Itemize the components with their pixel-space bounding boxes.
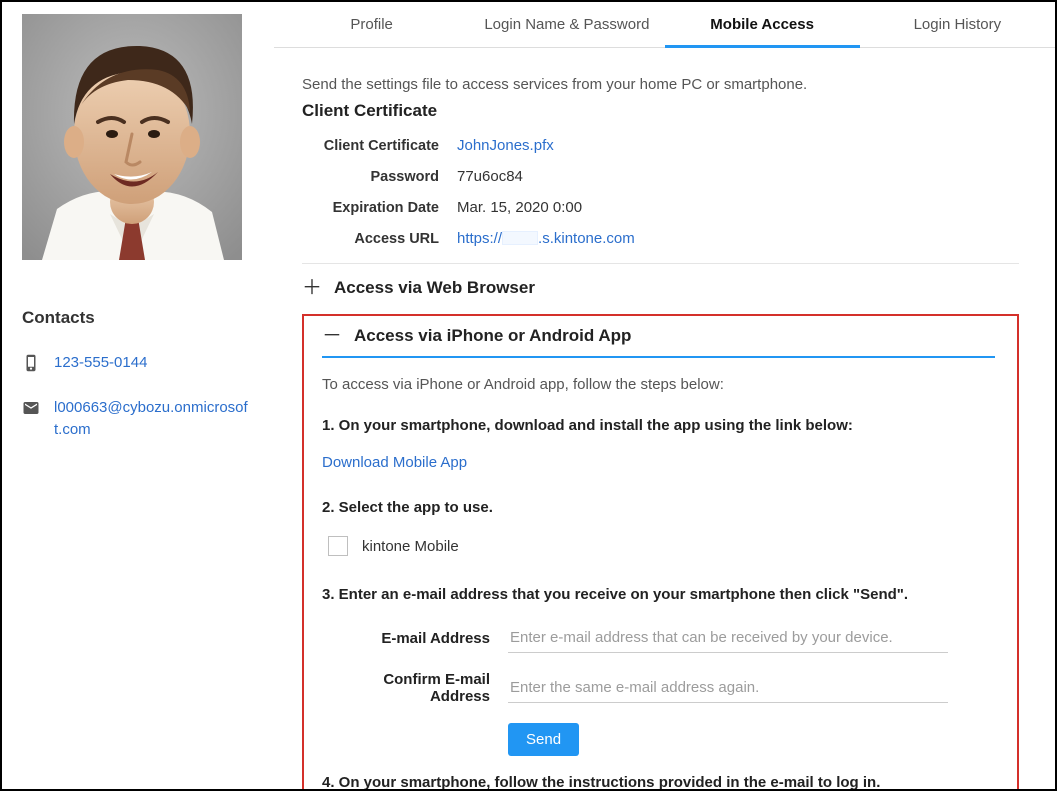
step-1: 1. On your smartphone, download and inst… (322, 417, 995, 434)
step-3: 3. Enter an e-mail address that you rece… (322, 586, 995, 603)
access-app-toggle[interactable]: － Access via iPhone or Android App (322, 326, 995, 358)
cert-password-value: 77u6oc84 (457, 168, 523, 185)
cert-expiration-label: Expiration Date (302, 200, 457, 216)
cert-file-row: Client Certificate JohnJones.pfx (302, 137, 1019, 154)
cert-url-label: Access URL (302, 231, 457, 247)
tab-profile[interactable]: Profile (274, 2, 469, 47)
url-suffix: .s.kintone.com (538, 230, 635, 247)
access-web-title: Access via Web Browser (334, 278, 535, 298)
contacts-heading: Contacts (22, 308, 254, 328)
email-label: E-mail Address (322, 630, 508, 647)
send-button[interactable]: Send (508, 723, 579, 756)
cert-password-row: Password 77u6oc84 (302, 168, 1019, 185)
plus-icon: ＋ (302, 278, 320, 298)
avatar (22, 14, 242, 260)
tab-login-name-password[interactable]: Login Name & Password (469, 2, 664, 47)
kintone-mobile-checkbox[interactable] (328, 536, 348, 556)
contact-email-row: l000663@cybozu.onmicrosoft.com (22, 397, 254, 442)
tab-login-history[interactable]: Login History (860, 2, 1055, 47)
cert-expiration-value: Mar. 15, 2020 0:00 (457, 199, 582, 216)
intro-text: Send the settings file to access service… (302, 76, 1019, 93)
kintone-mobile-label: kintone Mobile (362, 538, 459, 555)
section-underline (322, 356, 995, 358)
cert-url-row: Access URL https:// .s.kintone.com (302, 230, 1019, 247)
download-mobile-app-link[interactable]: Download Mobile App (322, 454, 467, 471)
tab-mobile-access[interactable]: Mobile Access (665, 2, 860, 48)
access-web-toggle[interactable]: ＋ Access via Web Browser (302, 264, 1019, 310)
email-row: E-mail Address (322, 623, 995, 653)
confirm-email-label: Confirm E-mail Address (322, 671, 508, 705)
confirm-email-row: Confirm E-mail Address (322, 671, 995, 705)
cert-expiration-row: Expiration Date Mar. 15, 2020 0:00 (302, 199, 1019, 216)
url-obscured (502, 231, 538, 245)
access-app-title: Access via iPhone or Android App (354, 326, 631, 346)
cert-file-label: Client Certificate (302, 138, 457, 154)
app-frame: Contacts 123-555-0144 l000663@cybozu.onm… (0, 0, 1057, 791)
main-panel: Profile Login Name & Password Mobile Acc… (274, 2, 1055, 789)
contact-phone-link[interactable]: 123-555-0144 (54, 352, 147, 375)
client-certificate-heading: Client Certificate (302, 101, 1019, 121)
app-intro: To access via iPhone or Android app, fol… (322, 376, 995, 393)
email-input[interactable] (508, 623, 948, 653)
cert-file-link[interactable]: JohnJones.pfx (457, 137, 554, 154)
step-4: 4. On your smartphone, follow the instru… (322, 774, 995, 789)
profile-sidebar: Contacts 123-555-0144 l000663@cybozu.onm… (2, 2, 274, 789)
step-2: 2. Select the app to use. (322, 499, 995, 516)
app-select-row: kintone Mobile (328, 536, 995, 556)
access-web-section: ＋ Access via Web Browser (302, 263, 1019, 310)
access-app-section: － Access via iPhone or Android App To ac… (302, 314, 1019, 789)
smartphone-icon (22, 354, 40, 372)
contact-phone-row: 123-555-0144 (22, 352, 254, 375)
minus-icon: － (322, 326, 340, 346)
envelope-icon (22, 399, 40, 417)
confirm-email-input[interactable] (508, 673, 948, 703)
url-prefix: https:// (457, 230, 502, 247)
tabs: Profile Login Name & Password Mobile Acc… (274, 2, 1055, 48)
cert-password-label: Password (302, 169, 457, 185)
contact-email-link[interactable]: l000663@cybozu.onmicrosoft.com (54, 397, 254, 442)
content-area: Send the settings file to access service… (274, 48, 1055, 789)
cert-url-link[interactable]: https:// .s.kintone.com (457, 230, 635, 247)
